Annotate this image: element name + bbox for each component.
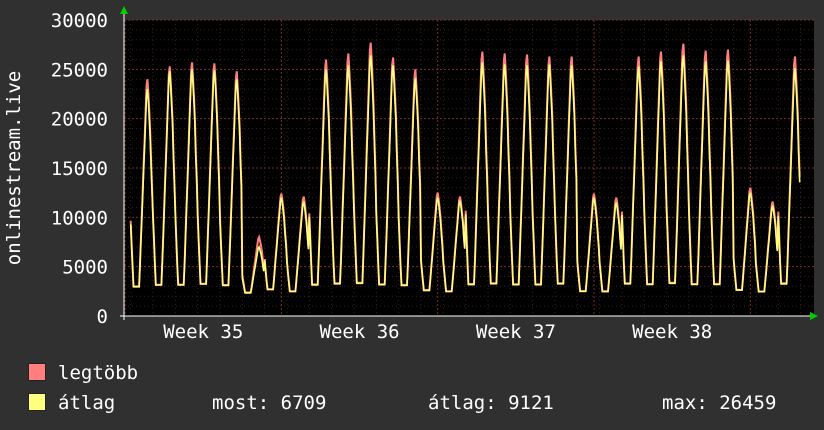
chart-area: 050001000015000200002500030000 Week 35 We… <box>3 6 818 343</box>
legend-item-max: legtöbb <box>28 362 138 384</box>
stat-current: most: 6709 <box>212 392 327 414</box>
y-tick-label: 15000 <box>51 158 108 180</box>
y-tick-label: 0 <box>97 306 108 328</box>
y-tick-label: 25000 <box>51 59 108 81</box>
y-tick-label: 30000 <box>51 10 108 32</box>
legend-item-avg: átlag <box>28 392 115 414</box>
y-tick-labels: 0 5000 10000 15000 20000 25000 30000 <box>51 10 108 328</box>
y-tick-label: 10000 <box>51 207 108 229</box>
x-tick-label: Week 37 <box>476 321 556 343</box>
x-tick-label: Week 36 <box>320 321 400 343</box>
legend-max-label: legtöbb <box>58 362 139 384</box>
y-tick-label: 5000 <box>62 257 108 279</box>
y-tick-label: 20000 <box>51 109 108 131</box>
max-color-swatch <box>28 363 46 381</box>
avg-color-swatch <box>28 393 46 411</box>
y-axis-label: onlinestream.live <box>3 71 25 265</box>
legend-avg-label: átlag <box>58 392 116 414</box>
x-tick-label: Week 35 <box>163 321 243 343</box>
stat-average: átlag: 9121 <box>428 392 554 414</box>
x-tick-label: Week 38 <box>632 321 712 343</box>
x-tick-labels: Week 35 Week 36 Week 37 Week 38 <box>163 321 712 343</box>
stat-maximum: max: 26459 <box>662 392 777 414</box>
y-axis-arrow-icon <box>120 6 128 14</box>
